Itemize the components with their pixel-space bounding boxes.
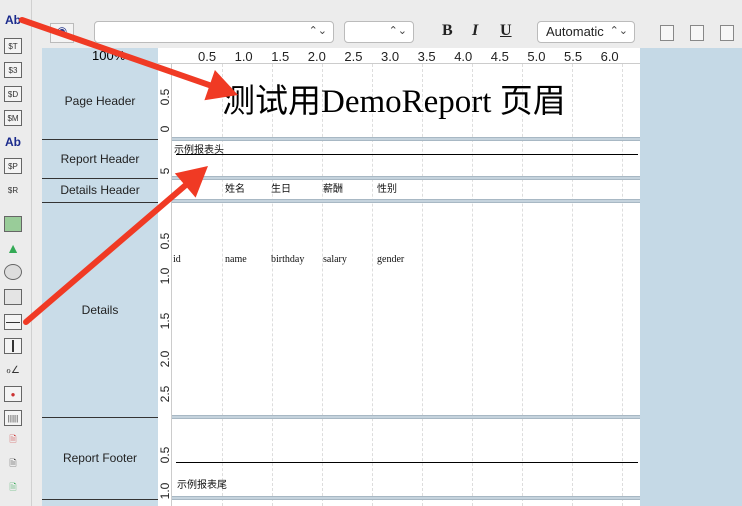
arrow-shaft [23,182,189,325]
annotation-arrows [19,17,238,325]
arrow-shaft [19,17,213,89]
